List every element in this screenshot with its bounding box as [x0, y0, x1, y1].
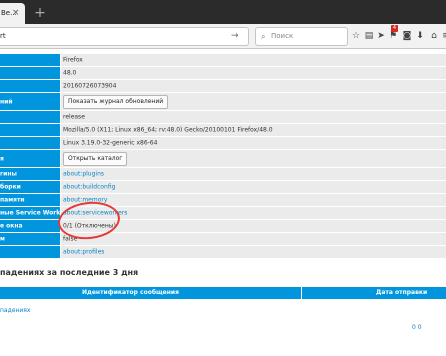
tab-troubleshooting[interactable]: Ве... ×: [0, 3, 25, 24]
table-row: гины about:plugins: [0, 168, 446, 180]
row-value: Mozilla/5.0 (X11; Linux x86_64; rv:48.0)…: [61, 124, 446, 136]
row-value: 20160726073904: [61, 80, 446, 92]
row-value: Firefox: [61, 54, 446, 66]
row-key: [0, 124, 60, 136]
buildconfig-link[interactable]: about:buildconfig: [63, 184, 115, 191]
row-key: [0, 111, 60, 123]
menu-icon[interactable]: ≡: [441, 31, 446, 41]
status-counters: 0 0: [412, 324, 422, 331]
profiles-link[interactable]: about:profiles: [63, 249, 104, 256]
row-value: about:profiles: [61, 246, 446, 258]
open-folder-button[interactable]: Открыть каталог: [63, 151, 128, 166]
table-row: ний Показать журнал обновлений: [0, 93, 446, 110]
star-icon[interactable]: ☆: [351, 31, 361, 41]
search-placeholder: Поиск: [271, 32, 294, 40]
row-key: памяти: [0, 194, 60, 206]
row-value: about:buildconfig: [61, 181, 446, 193]
plugins-link[interactable]: about:plugins: [63, 171, 104, 178]
column-submitted-date: Дата отправки: [376, 289, 428, 296]
row-key: [0, 137, 60, 149]
row-key: е окна: [0, 220, 60, 232]
table-row: 20160726073904: [0, 80, 446, 92]
column-report-id: Идентификатор сообщения: [82, 289, 179, 296]
search-bar[interactable]: ⌕ Поиск: [255, 27, 348, 46]
row-value: Открыть каталог: [61, 150, 446, 167]
row-value: Linux 3.19.0-32-generic x86-64: [61, 137, 446, 149]
go-arrow-icon[interactable]: →: [231, 28, 239, 45]
page-content: Firefox 48.0 20160726073904 ний Показать…: [0, 49, 446, 356]
row-value: Показать журнал обновлений: [61, 93, 446, 110]
table-row: я Открыть каталог: [0, 150, 446, 167]
send-icon[interactable]: ➤: [376, 31, 386, 41]
pocket-icon[interactable]: ◙: [402, 31, 412, 41]
table-row: Firefox: [0, 54, 446, 66]
flag-icon[interactable]: ⚑: [388, 31, 398, 41]
row-key: м: [0, 233, 60, 245]
crash-table-header: Идентификатор сообщения Дата отправки: [0, 287, 446, 299]
table-row: about:profiles: [0, 246, 446, 258]
search-icon: ⌕: [261, 32, 266, 41]
row-key: [0, 67, 60, 79]
row-key: [0, 80, 60, 92]
row-value: about:plugins: [61, 168, 446, 180]
crash-reports-heading: падениях за последние 3 дня: [0, 268, 139, 277]
table-row: 48.0: [0, 67, 446, 79]
table-row: памяти about:memory: [0, 194, 446, 206]
row-key: я: [0, 150, 60, 167]
row-key: гины: [0, 168, 60, 180]
table-row: Linux 3.19.0-32-generic x86-64: [0, 137, 446, 149]
url-bar[interactable]: rt →: [0, 27, 249, 46]
show-update-history-button[interactable]: Показать журнал обновлений: [63, 94, 169, 109]
row-key: ний: [0, 93, 60, 110]
row-value: about:memory: [61, 194, 446, 206]
reading-list-icon[interactable]: ▤: [364, 31, 374, 41]
row-key: [0, 246, 60, 258]
column-divider: [301, 287, 302, 299]
row-value: 48.0: [61, 67, 446, 79]
table-row: Mozilla/5.0 (X11; Linux x86_64; rv:48.0)…: [0, 124, 446, 136]
row-value: release: [61, 111, 446, 123]
row-key: [0, 54, 60, 66]
url-text: rt: [0, 32, 6, 40]
close-tab-icon[interactable]: ×: [12, 3, 20, 23]
table-row: борки about:buildconfig: [0, 181, 446, 193]
new-tab-button[interactable]: +: [32, 5, 48, 21]
home-icon[interactable]: ⌂: [429, 31, 439, 41]
row-key: борки: [0, 181, 60, 193]
browser-window: Ве... × + rt → ⌕ Поиск ☆ ▤ ➤ ⚑ 4 ◙ ⬇ ⌂ ≡…: [0, 0, 446, 356]
tab-strip: Ве... × +: [0, 0, 446, 24]
table-row: release: [0, 111, 446, 123]
row-key: ные Service Workers: [0, 207, 60, 219]
all-crash-reports-link[interactable]: падениях: [0, 307, 30, 314]
row-value: false: [61, 233, 446, 245]
toolbar: rt → ⌕ Поиск ☆ ▤ ➤ ⚑ 4 ◙ ⬇ ⌂ ≡: [0, 24, 446, 49]
notification-badge: 4: [391, 25, 398, 32]
download-icon[interactable]: ⬇: [415, 31, 425, 41]
